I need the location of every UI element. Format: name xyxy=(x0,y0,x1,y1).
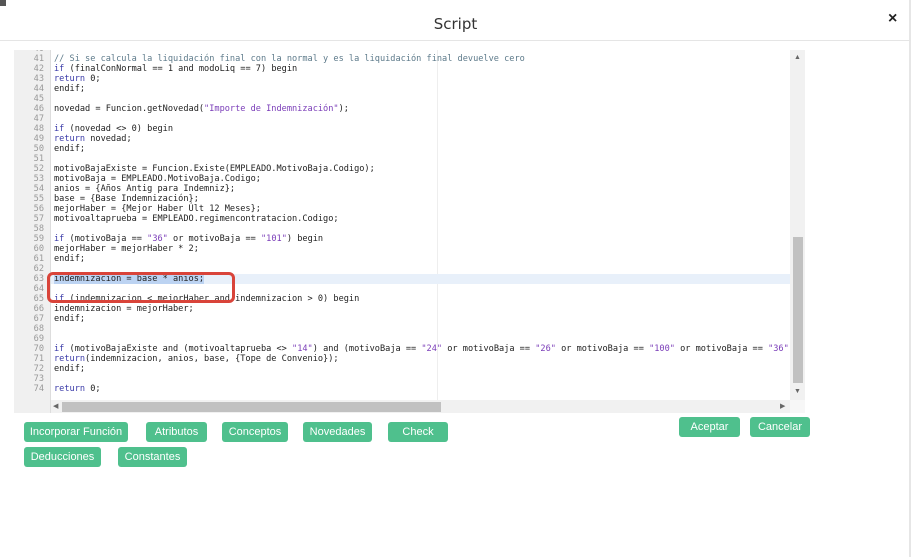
line-number: 63 xyxy=(33,274,44,284)
line-number: 41 xyxy=(33,54,44,64)
line-number: 73 xyxy=(33,374,44,384)
line-number: 48 xyxy=(33,124,44,134)
annotation-highlight-box xyxy=(47,272,235,303)
aceptar-button[interactable]: Aceptar xyxy=(679,417,740,437)
line-number: 70 xyxy=(33,344,44,354)
line-number-gutter: 4041424344454647484950515253545556575859… xyxy=(14,50,51,413)
constantes-button[interactable]: Constantes xyxy=(118,447,187,467)
cancelar-button[interactable]: Cancelar xyxy=(750,417,810,437)
close-icon[interactable]: × xyxy=(888,10,897,28)
code-line[interactable]: // Si se calcula la liquidación final co… xyxy=(54,54,525,64)
code-line[interactable]: if (finalConNormal == 1 and modoLiq == 7… xyxy=(54,64,297,74)
code-line[interactable]: endif; xyxy=(54,314,85,324)
vertical-scroll-thumb[interactable] xyxy=(793,237,803,383)
code-line[interactable]: endif; xyxy=(54,84,85,94)
scroll-down-icon[interactable]: ▼ xyxy=(794,388,801,395)
line-number: 57 xyxy=(33,214,44,224)
line-number: 60 xyxy=(33,244,44,254)
vertical-scrollbar[interactable]: ▲ ▼ xyxy=(790,50,805,400)
window-corner xyxy=(0,0,6,6)
line-number: 42 xyxy=(33,64,44,74)
code-line[interactable]: if (novedad <> 0) begin xyxy=(54,124,173,134)
line-number: 58 xyxy=(33,224,44,234)
line-number: 68 xyxy=(33,324,44,334)
code-line[interactable]: motivoaltaprueba = EMPLEADO.regimencontr… xyxy=(54,214,339,224)
code-line[interactable]: return novedad; xyxy=(54,134,132,144)
horizontal-scrollbar[interactable]: ◀ ▶ xyxy=(51,400,790,413)
code-line[interactable]: if (motivoBaja == "36" or motivoBaja == … xyxy=(54,234,323,244)
code-line[interactable]: if (motivoBajaExiste and (motivoaltaprue… xyxy=(54,344,790,354)
code-line[interactable]: motivoBaja = EMPLEADO.MotivoBaja.Codigo; xyxy=(54,174,261,184)
code-line[interactable]: motivoBajaExiste = Funcion.Existe(EMPLEA… xyxy=(54,164,375,174)
line-number: 46 xyxy=(33,104,44,114)
check-button[interactable]: Check xyxy=(388,422,448,442)
line-number: 64 xyxy=(33,284,44,294)
line-number: 66 xyxy=(33,304,44,314)
code-line[interactable]: return 0; xyxy=(54,384,101,394)
code-area[interactable]: // Si se calcula la liquidación final co… xyxy=(51,50,790,400)
line-number: 56 xyxy=(33,204,44,214)
line-number: 71 xyxy=(33,354,44,364)
line-number: 74 xyxy=(33,384,44,394)
incorporar-funcion-button[interactable]: Incorporar Función xyxy=(24,422,128,442)
line-number: 53 xyxy=(33,174,44,184)
code-line[interactable]: endif; xyxy=(54,364,85,374)
line-number: 44 xyxy=(33,84,44,94)
line-number: 55 xyxy=(33,194,44,204)
script-editor[interactable]: 4041424344454647484950515253545556575859… xyxy=(14,50,805,413)
line-number: 54 xyxy=(33,184,44,194)
horizontal-scroll-thumb[interactable] xyxy=(62,402,441,412)
code-line[interactable]: mejorHaber = {Mejor Haber Últ 12 Meses}; xyxy=(54,204,261,214)
line-number: 50 xyxy=(33,144,44,154)
line-number: 62 xyxy=(33,264,44,274)
code-line[interactable]: anios = {Años Antig para Indemniz}; xyxy=(54,184,235,194)
code-line[interactable]: base = {Base Indemnización}; xyxy=(54,194,199,204)
scroll-up-icon[interactable]: ▲ xyxy=(794,54,801,61)
scroll-right-icon[interactable]: ▶ xyxy=(780,402,785,410)
code-line[interactable]: return(indemnizacion, anios, base, {Tope… xyxy=(54,354,339,364)
dialog-title: Script xyxy=(433,15,478,33)
code-line[interactable]: endif; xyxy=(54,254,85,264)
code-line[interactable]: mejorHaber = mejorHaber * 2; xyxy=(54,244,199,254)
conceptos-button[interactable]: Conceptos xyxy=(222,422,288,442)
scroll-left-icon[interactable]: ◀ xyxy=(53,402,58,410)
deducciones-button[interactable]: Deducciones xyxy=(24,447,101,467)
line-number: 52 xyxy=(33,164,44,174)
line-number: 49 xyxy=(33,134,44,144)
line-number: 61 xyxy=(33,254,44,264)
line-number: 51 xyxy=(33,154,44,164)
code-line[interactable]: novedad = Funcion.getNovedad("Importe de… xyxy=(54,104,349,114)
line-number: 59 xyxy=(33,234,44,244)
line-number: 69 xyxy=(33,334,44,344)
atributos-button[interactable]: Atributos xyxy=(146,422,207,442)
code-line[interactable]: endif; xyxy=(54,144,85,154)
code-line[interactable]: return 0; xyxy=(54,74,101,84)
line-number: 47 xyxy=(33,114,44,124)
header-divider xyxy=(0,40,911,41)
line-number: 65 xyxy=(33,294,44,304)
line-number: 43 xyxy=(33,74,44,84)
line-number: 45 xyxy=(33,94,44,104)
line-number: 67 xyxy=(33,314,44,324)
line-number: 72 xyxy=(33,364,44,374)
novedades-button[interactable]: Novedades xyxy=(303,422,372,442)
code-line[interactable]: indemnizacion = mejorHaber; xyxy=(54,304,194,314)
